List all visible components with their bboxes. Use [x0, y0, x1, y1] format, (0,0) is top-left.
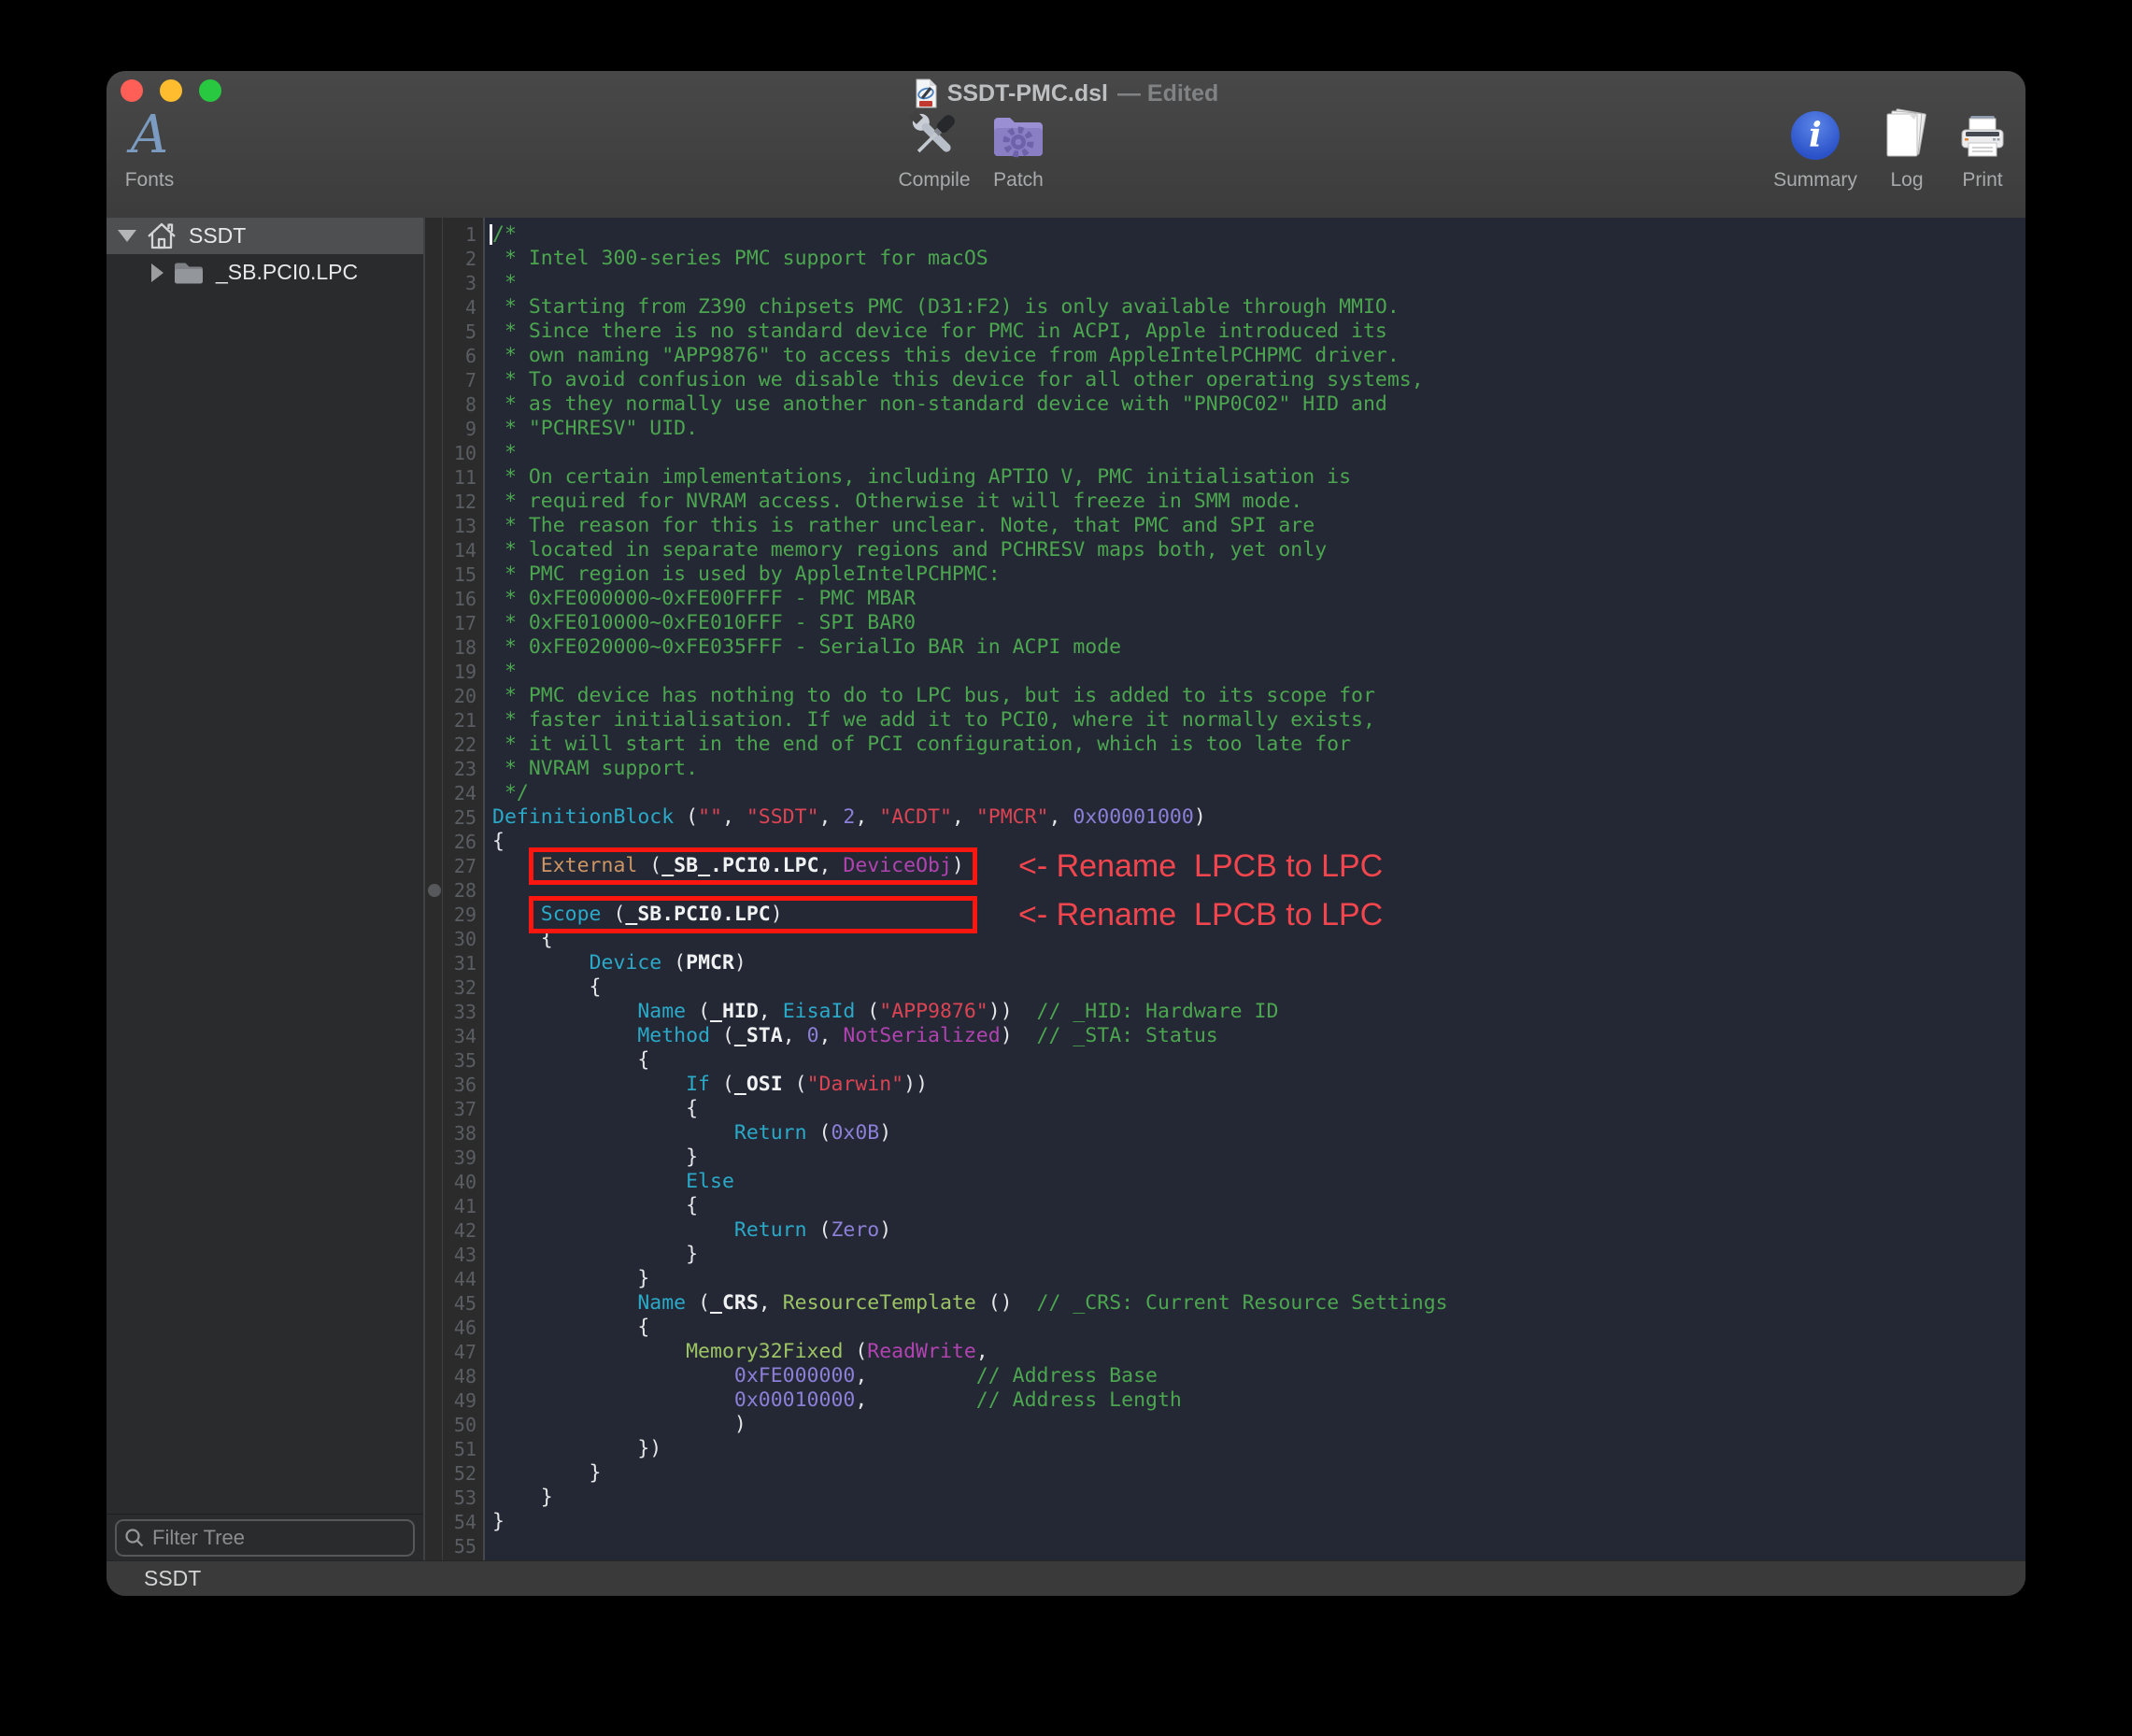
code-line: } — [485, 1145, 2025, 1170]
code-line: } — [485, 1243, 2025, 1267]
log-label: Log — [1890, 169, 1923, 192]
gutter-marker-dot — [428, 884, 441, 897]
search-icon — [124, 1528, 145, 1548]
code-line: * own naming "APP9876" to access this de… — [485, 344, 2025, 368]
code-line: } — [485, 1461, 2025, 1486]
maciasl-window: SSDT-PMC.dsl — Edited A Fonts — [107, 71, 2025, 1596]
fonts-icon: A — [131, 107, 168, 164]
code-line — [485, 878, 2025, 903]
patch-button[interactable]: Patch — [962, 107, 1074, 192]
code-line: * — [485, 441, 2025, 465]
summary-label: Summary — [1773, 169, 1857, 192]
document-icon — [914, 78, 938, 108]
patch-icon — [989, 107, 1047, 164]
tree-item-label: SSDT — [189, 223, 246, 249]
code-line: * — [485, 271, 2025, 295]
code-line: /* — [485, 222, 2025, 247]
compile-icon — [905, 107, 963, 164]
code-line: * Since there is no standard device for … — [485, 320, 2025, 344]
code-line: * 0xFE010000~0xFE010FFF - SPI BAR0 — [485, 611, 2025, 635]
code-line: Method (_STA, 0, NotSerialized) // _STA:… — [485, 1024, 2025, 1048]
tree-item-ssdt[interactable]: SSDT — [107, 218, 423, 254]
folder-icon — [173, 260, 205, 286]
sidebar: SSDT _SB.PCI0.LPC — [107, 218, 425, 1561]
code-line: * — [485, 660, 2025, 684]
code-line: */ — [485, 781, 2025, 805]
disclosure-collapsed-icon[interactable] — [151, 263, 163, 282]
code-line: 0x00010000, // Address Length — [485, 1388, 2025, 1413]
print-label: Print — [1962, 169, 2002, 192]
code-line: * it will start in the end of PCI config… — [485, 733, 2025, 757]
code-line: Return (Zero) — [485, 1218, 2025, 1243]
code-line: * NVRAM support. — [485, 757, 2025, 781]
code-line: { — [485, 830, 2025, 854]
code-lines: /* * Intel 300-series PMC support for ma… — [485, 222, 2025, 1558]
filter-area: Filter Tree — [107, 1514, 423, 1561]
code-line: { — [485, 975, 2025, 1000]
code-line: * required for NVRAM access. Otherwise i… — [485, 490, 2025, 514]
code-line: Name (_CRS, ResourceTemplate () // _CRS:… — [485, 1291, 2025, 1316]
code-line: { — [485, 1048, 2025, 1073]
titlebar: SSDT-PMC.dsl — Edited — [107, 78, 2025, 109]
compile-label: Compile — [898, 169, 970, 192]
code-line: Else — [485, 1170, 2025, 1194]
home-icon — [146, 221, 178, 252]
code-line: * "PCHRESV" UID. — [485, 417, 2025, 441]
code-line: * On certain implementations, including … — [485, 465, 2025, 490]
status-bar: SSDT — [107, 1560, 2025, 1596]
patch-label: Patch — [993, 169, 1044, 192]
fonts-label: Fonts — [125, 169, 175, 192]
code-line: * Intel 300-series PMC support for macOS — [485, 247, 2025, 271]
code-line: Name (_HID, EisaId ("APP9876")) // _HID:… — [485, 1000, 2025, 1024]
code-line: } — [485, 1510, 2025, 1534]
code-line: * PMC device has nothing to do to LPC bu… — [485, 684, 2025, 708]
code-line: }) — [485, 1437, 2025, 1461]
disclosure-expanded-icon[interactable] — [118, 230, 136, 242]
code-line: { — [485, 1316, 2025, 1340]
window-title-status: — Edited — [1117, 80, 1218, 107]
code-line: 0xFE000000, // Address Base — [485, 1364, 2025, 1388]
code-line: External (_SB_.PCI0.LPC, DeviceObj) — [485, 854, 2025, 878]
print-icon — [1954, 107, 2011, 164]
code-line: } — [485, 1486, 2025, 1510]
code-line: * Starting from Z390 chipsets PMC (D31:F… — [485, 295, 2025, 320]
acpi-tree: SSDT _SB.PCI0.LPC — [107, 218, 423, 1514]
code-line: * PMC region is used by AppleIntelPCHPMC… — [485, 562, 2025, 587]
code-line: Memory32Fixed (ReadWrite, — [485, 1340, 2025, 1364]
code-line — [485, 1534, 2025, 1558]
tree-item-sb-pci0-lpc[interactable]: _SB.PCI0.LPC — [107, 254, 423, 291]
code-line: * 0xFE000000~0xFE00FFFF - PMC MBAR — [485, 587, 2025, 611]
text-caret — [490, 224, 492, 245]
code-line: Device (PMCR) — [485, 951, 2025, 975]
summary-icon: i — [1791, 107, 1840, 164]
code-line: DefinitionBlock ("", "SSDT", 2, "ACDT", … — [485, 805, 2025, 830]
code-line: * located in separate memory regions and… — [485, 538, 2025, 562]
print-button[interactable]: Print — [1926, 107, 2025, 192]
desktop: { "window": { "title_filename": "SSDT-PM… — [0, 0, 2132, 1736]
code-line: } — [485, 1267, 2025, 1291]
code-line: ) — [485, 1413, 2025, 1437]
window-header: SSDT-PMC.dsl — Edited A Fonts — [107, 71, 2025, 219]
code-line: * To avoid confusion we disable this dev… — [485, 368, 2025, 392]
code-line: * faster initialisation. If we add it to… — [485, 708, 2025, 733]
status-text: SSDT — [144, 1566, 201, 1591]
code-line: If (_OSI ("Darwin")) — [485, 1073, 2025, 1097]
code-line: * as they normally use another non-stand… — [485, 392, 2025, 417]
code-editor[interactable]: 1234567891011121314151617181920212223242… — [425, 218, 2025, 1561]
code-line: * 0xFE020000~0xFE035FFF - SerialIo BAR i… — [485, 635, 2025, 660]
fonts-button[interactable]: A Fonts — [107, 107, 206, 192]
code-line: Scope (_SB.PCI0.LPC) — [485, 903, 2025, 927]
code-line: * The reason for this is rather unclear.… — [485, 514, 2025, 538]
code-line: { — [485, 927, 2025, 951]
filter-placeholder: Filter Tree — [152, 1526, 245, 1550]
tree-item-label: _SB.PCI0.LPC — [216, 260, 358, 285]
code-line: Return (0x0B) — [485, 1121, 2025, 1145]
filter-tree-input[interactable]: Filter Tree — [115, 1519, 415, 1557]
code-line: { — [485, 1194, 2025, 1218]
window-title: SSDT-PMC.dsl — [947, 80, 1108, 107]
window-body: SSDT _SB.PCI0.LPC — [107, 218, 2025, 1561]
code-line: { — [485, 1097, 2025, 1121]
